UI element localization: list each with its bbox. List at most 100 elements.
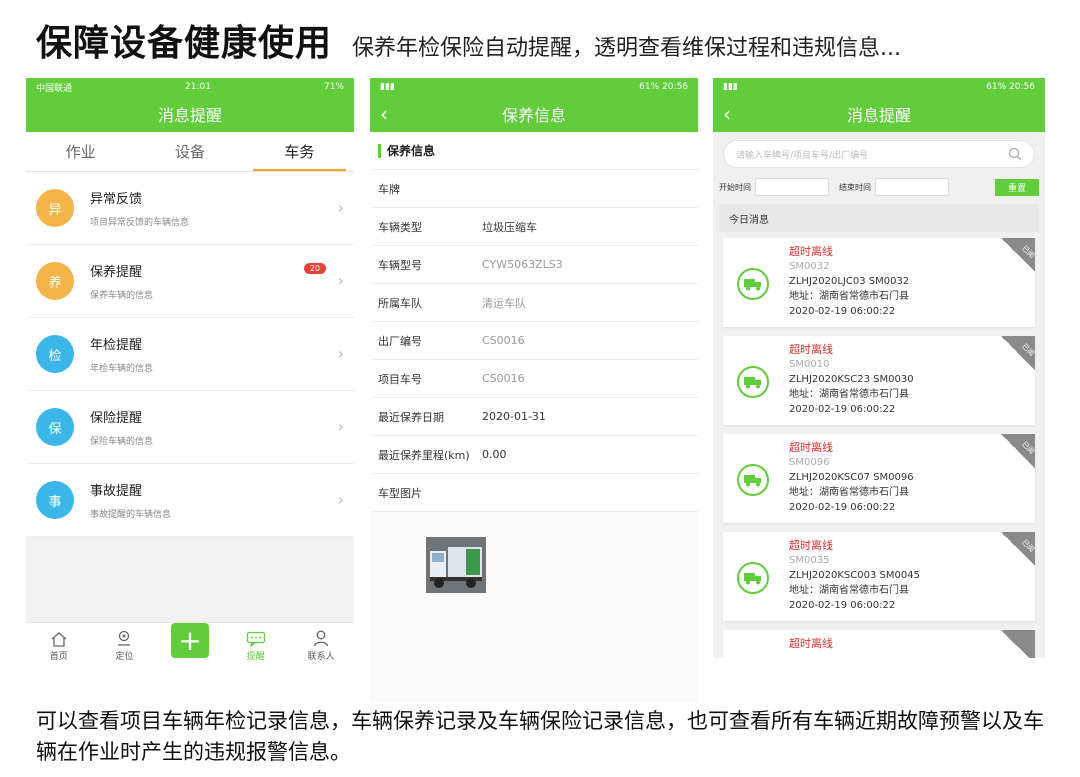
message-card[interactable]: 超时离线 SM0096 ZLHJ2020KSC07 SM0096 地址：湖南省常… — [723, 434, 1035, 523]
vin-line: ZLHJ2020KSC003 SM0045 — [789, 570, 920, 581]
reset-button[interactable]: 重置 — [995, 178, 1039, 196]
message-card[interactable]: 超时离线 SM0035 ZLHJ2020KSC003 SM0045 地址：湖南省… — [723, 532, 1035, 621]
list-item-abnormal-feedback[interactable]: 异 异常反馈 项目异常反馈的车辆信息 › — [26, 172, 354, 245]
field-label: 车辆类型 — [378, 220, 422, 234]
battery-label: 71% — [323, 82, 344, 92]
field-vehicle-model: 车辆型号 CYW5063ZLS3 — [370, 246, 698, 284]
headline: 保障设备健康使用 保养年检保险自动提醒，透明查看维保过程和违规信息... — [36, 14, 901, 66]
headline-subtitle: 保养年检保险自动提醒，透明查看维保过程和违规信息... — [352, 36, 901, 61]
field-vehicle-type: 车辆类型 垃圾压缩车 — [370, 208, 698, 246]
oil-icon: 养 — [36, 262, 74, 300]
list-item-annual-inspection[interactable]: 检 年检提醒 年检车辆的信息 › — [26, 318, 354, 391]
headline-title: 保障设备健康使用 — [36, 23, 333, 64]
nav-add[interactable]: + — [157, 623, 223, 666]
alert-type: 超时离线 — [789, 441, 833, 454]
time-label: 20:56 — [1009, 82, 1035, 92]
item-title: 事故提醒 — [90, 484, 143, 499]
location-pin-icon — [118, 630, 131, 646]
truck-icon — [737, 562, 769, 594]
carrier-label: 中国联通 — [36, 83, 73, 94]
vin-line: ZLHJ2020KSC07 SM0096 — [789, 472, 914, 483]
field-label: 最近保养里程(km) — [378, 448, 470, 462]
list-item-maintenance[interactable]: 养 保养提醒 保养车辆的信息 20 › — [26, 245, 354, 318]
end-time-input[interactable] — [875, 178, 949, 196]
field-plate: 车牌 — [370, 170, 698, 208]
time-label: 21:01 — [185, 82, 211, 92]
message-body: 超时离线 SM0010 ZLHJ2020KSC23 SM0030 地址：湖南省常… — [789, 342, 914, 417]
scan-icon: 异 — [36, 189, 74, 227]
message-body: 超时离线 SM0096 ZLHJ2020KSC07 SM0096 地址：湖南省常… — [789, 440, 914, 515]
field-value: 0.00 — [482, 448, 507, 461]
address-line: 地址：湖南省常德市石门县 — [789, 487, 909, 498]
garbage-truck-icon — [426, 537, 486, 593]
end-time-label: 结束时间 — [839, 182, 871, 192]
battery-label: 61% — [986, 82, 1007, 92]
vin-line: ZLHJ2020KSC23 SM0030 — [789, 374, 914, 385]
field-label: 车辆型号 — [378, 258, 422, 272]
tab-equipment[interactable]: 设备 — [135, 132, 244, 171]
field-label: 车型图片 — [378, 486, 422, 500]
alert-type: 超时离线 — [789, 637, 833, 650]
time-line: 2020-02-19 06:00:22 — [789, 404, 896, 415]
vehicle-photo[interactable] — [426, 537, 486, 593]
start-time-input[interactable] — [755, 178, 829, 196]
field-vehicle-photo: 车型图片 — [370, 474, 698, 512]
message-card[interactable]: 超时离线 — [723, 630, 1035, 658]
list-item-accident[interactable]: 事 事故提醒 事故提醒的车辆信息 › — [26, 464, 354, 537]
address-line: 地址：湖南省常德市石门县 — [789, 585, 909, 596]
title-bar: ‹ 保养信息 — [370, 96, 698, 132]
time-line: 2020-02-19 06:00:22 — [789, 502, 896, 513]
message-list: 超时离线 SM0032 ZLHJ2020LJC03 SM0032 地址：湖南省常… — [713, 232, 1045, 658]
date-filter: 开始时间 结束时间 重置 — [713, 174, 1045, 200]
tab-bar: 作业 设备 车务 — [26, 132, 354, 172]
nav-location[interactable]: 定位 — [92, 623, 158, 666]
field-value: CYW5063ZLS3 — [482, 258, 563, 271]
item-title: 异常反馈 — [90, 192, 143, 207]
nav-label: 提醒 — [246, 652, 265, 662]
field-last-maintenance-mileage: 最近保养里程(km) 0.00 — [370, 436, 698, 474]
nav-contacts[interactable]: 联系人 — [288, 623, 354, 666]
nav-reminder[interactable]: 提醒 — [223, 623, 289, 666]
status-bar: 中国联通 21:01 71% — [26, 78, 354, 96]
slide: 保障设备健康使用 保养年检保险自动提醒，透明查看维保过程和违规信息... 中国联… — [0, 0, 1080, 777]
alert-type: 超时离线 — [789, 343, 833, 356]
read-tag — [1001, 630, 1035, 658]
list-item-insurance[interactable]: 保 保险提醒 保险车辆的信息 › — [26, 391, 354, 464]
alert-type: 超时离线 — [789, 245, 833, 258]
nav-home[interactable]: 首页 — [26, 623, 92, 666]
search-input[interactable]: 请输入车牌号/项目车号/出厂编号 — [723, 140, 1035, 168]
back-arrow-icon[interactable]: ‹ — [723, 102, 731, 126]
signal-icon: ▮▮▮ — [380, 82, 395, 92]
insurance-icon: 保 — [36, 408, 74, 446]
field-value: 2020-01-31 — [482, 410, 546, 423]
back-arrow-icon[interactable]: ‹ — [380, 102, 388, 126]
truck-icon — [737, 268, 769, 300]
message-body: 超时离线 — [789, 636, 833, 651]
inspection-icon: 检 — [36, 335, 74, 373]
item-subtitle: 保养车辆的信息 — [90, 291, 154, 301]
read-tag: 已阅 — [1001, 532, 1035, 566]
message-card[interactable]: 超时离线 SM0032 ZLHJ2020LJC03 SM0032 地址：湖南省常… — [723, 238, 1035, 327]
tab-work[interactable]: 作业 — [26, 132, 135, 171]
message-card[interactable]: 超时离线 SM0010 ZLHJ2020KSC23 SM0030 地址：湖南省常… — [723, 336, 1035, 425]
field-label: 所属车队 — [378, 296, 422, 310]
vehicle-code: SM0010 — [789, 359, 830, 370]
item-subtitle: 保险车辆的信息 — [90, 437, 154, 447]
field-label: 项目车号 — [378, 372, 422, 386]
read-tag: 已阅 — [1001, 434, 1035, 468]
time-label: 20:56 — [662, 82, 688, 92]
vehicle-code: SM0035 — [789, 555, 830, 566]
item-title: 年检提醒 — [90, 338, 143, 353]
nav-label: 联系人 — [307, 652, 335, 662]
search-placeholder: 请输入车牌号/项目车号/出厂编号 — [736, 150, 869, 161]
phone-message-center: 中国联通 21:01 71% 消息提醒 作业 设备 车务 异 异常反馈 项目异常反… — [26, 78, 354, 666]
today-header: 今日消息 — [719, 204, 1039, 232]
field-label: 最近保养日期 — [378, 410, 444, 424]
field-project-number: 项目车号 CS0016 — [370, 360, 698, 398]
tab-vehicle-affairs[interactable]: 车务 — [245, 132, 354, 171]
alert-type: 超时离线 — [789, 539, 833, 552]
field-value: 垃圾压缩车 — [482, 220, 537, 234]
status-bar: ▮▮▮ 61% 20:56 — [370, 78, 698, 96]
message-body: 超时离线 SM0035 ZLHJ2020KSC003 SM0045 地址：湖南省… — [789, 538, 920, 613]
chevron-right-icon: › — [337, 490, 344, 509]
